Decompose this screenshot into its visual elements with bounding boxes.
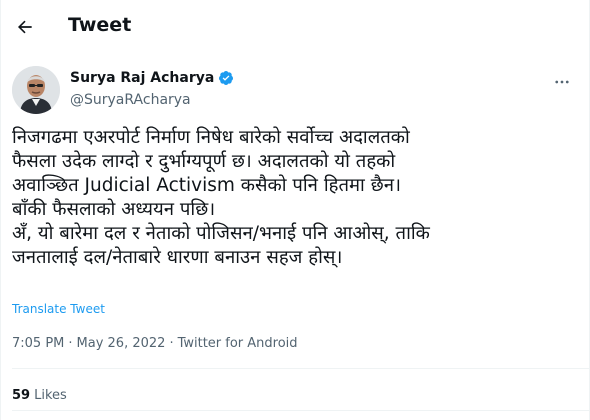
tweet-line: निजगढमा एअरपोर्ट निर्माण निषेध बारेको सर… xyxy=(12,127,410,148)
more-horizontal-icon xyxy=(555,80,569,84)
divider xyxy=(12,410,590,411)
avatar[interactable] xyxy=(12,66,60,114)
verified-badge-icon xyxy=(219,71,234,85)
meta-separator: · xyxy=(169,336,174,351)
meta-separator: · xyxy=(68,336,73,351)
more-options-button[interactable] xyxy=(548,68,576,96)
page-title: Tweet xyxy=(68,14,132,36)
arrow-left-icon xyxy=(18,20,32,34)
tweet-line: फैसला उदेक लाग्दो र दुर्भाग्यपूर्ण छ। अद… xyxy=(12,151,396,172)
tweet-line: अँ, यो बारेमा दल र नेताको पोजिसन/भनाई पन… xyxy=(12,223,430,244)
avatar-image xyxy=(12,66,60,114)
tweet-line: अवाञ्छित Judicial Activism कसैको पनि हित… xyxy=(12,175,401,196)
tweet-source[interactable]: Twitter for Android xyxy=(178,336,298,351)
translate-tweet-link[interactable]: Translate Tweet xyxy=(12,302,105,316)
likes-label: Likes xyxy=(34,388,67,403)
tweet-metadata: 7:05 PM · May 26, 2022 · Twitter for And… xyxy=(12,336,298,351)
tweet-time[interactable]: 7:05 PM xyxy=(12,336,64,351)
display-name[interactable]: Surya Raj Acharya xyxy=(70,70,234,86)
likes-count: 59 xyxy=(12,388,31,403)
divider xyxy=(12,368,590,369)
display-name-text: Surya Raj Acharya xyxy=(70,70,215,86)
user-handle[interactable]: @SuryaRAcharya xyxy=(70,92,191,108)
tweet-text: निजगढमा एअरपोर्ट निर्माण निषेध बारेको सर… xyxy=(12,126,578,270)
back-button[interactable] xyxy=(10,12,40,42)
likes-stat[interactable]: 59 Likes xyxy=(12,388,67,403)
tweet-date[interactable]: May 26, 2022 xyxy=(77,336,166,351)
tweet-author: Surya Raj Acharya @SuryaRAcharya xyxy=(0,62,590,118)
tweet-header: Tweet xyxy=(0,0,590,54)
tweet-line: बाँकी फैसलाको अध्ययन पछि। xyxy=(12,199,216,220)
tweet-line: जनतालाई दल/नेताबारे धारणा बनाउन सहज होस्… xyxy=(12,247,343,268)
